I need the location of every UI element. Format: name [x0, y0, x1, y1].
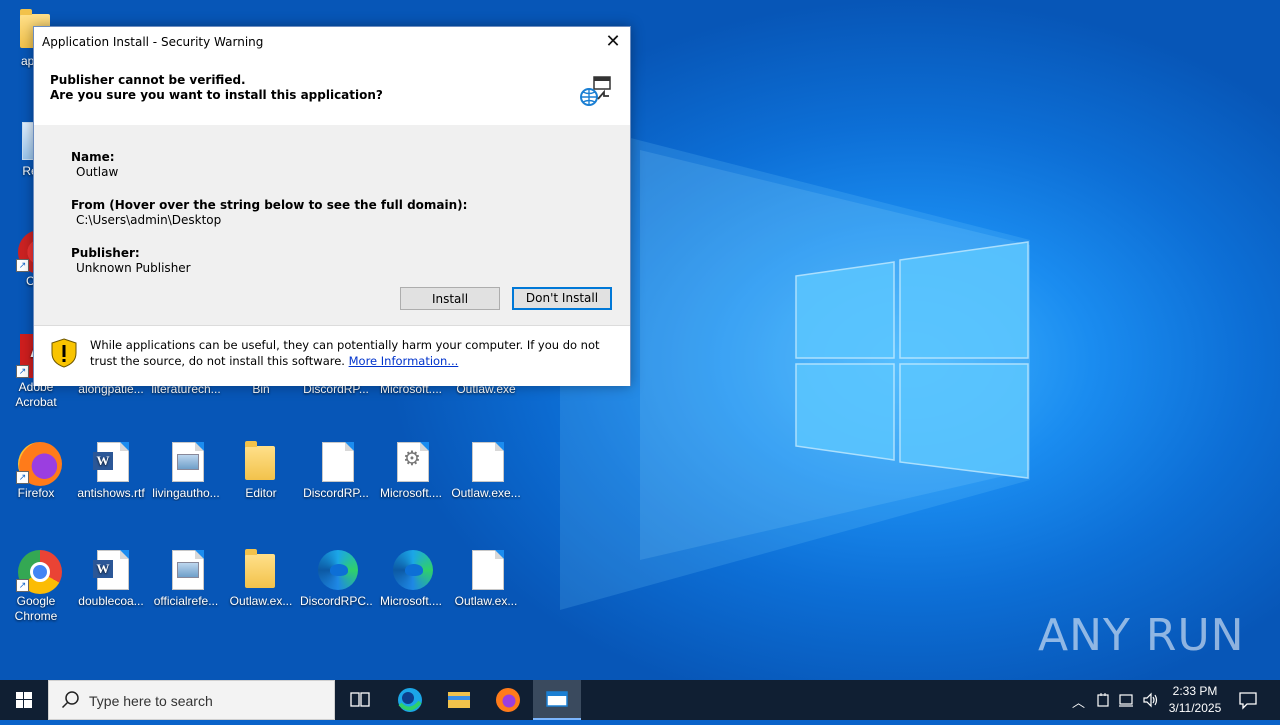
- desktop-icon-label: Google Chrome: [14, 594, 58, 623]
- warning-heading: Publisher cannot be verified.: [50, 73, 246, 87]
- desktop-icon-outlaw-ex-file[interactable]: Outlaw.ex...: [450, 548, 522, 609]
- desktop-icon-antishows[interactable]: W antishows.rtf: [75, 440, 147, 501]
- desktop-icon-label: DiscordRPC...: [300, 594, 372, 608]
- close-icon: ✕: [605, 31, 621, 52]
- name-label: Name:: [71, 150, 115, 164]
- desktop-icon-editor[interactable]: Editor: [225, 440, 297, 501]
- desktop-icon-microsoft-3[interactable]: Microsoft....: [375, 548, 447, 609]
- desktop-icon-label: doublecoa...: [78, 594, 144, 608]
- edge-icon: [398, 688, 422, 712]
- action-center-icon[interactable]: [1238, 690, 1258, 710]
- taskbar-application-install[interactable]: [533, 680, 581, 720]
- desktop-icon-label: Outlaw.ex...: [229, 594, 293, 608]
- start-button[interactable]: [0, 680, 48, 720]
- taskbar-file-explorer[interactable]: [435, 680, 483, 720]
- task-view-icon: [350, 692, 370, 707]
- blank-file-icon: [472, 442, 504, 482]
- word-icon: W: [93, 452, 113, 470]
- image-file-icon: [177, 454, 199, 470]
- desktop-icon-officialrefe[interactable]: officialrefe...: [150, 548, 222, 609]
- desktop-icon-google-chrome[interactable]: ↗ Google Chrome: [0, 548, 72, 624]
- desktop-icon-doublecoa[interactable]: W doublecoa...: [75, 548, 147, 609]
- clock-date: 3/11/2025: [1168, 701, 1222, 715]
- dialog-header: Publisher cannot be verified. Are you su…: [34, 57, 630, 125]
- network-icon[interactable]: [1118, 692, 1136, 708]
- close-button[interactable]: ✕: [596, 27, 630, 57]
- task-view-button[interactable]: [336, 680, 384, 720]
- security-warning-dialog: Application Install - Security Warning ✕…: [33, 26, 631, 386]
- desktop-icon-label: Editor: [245, 486, 277, 500]
- shortcut-arrow-icon: ↗: [16, 259, 29, 272]
- folder-icon: [245, 441, 275, 480]
- publisher-value: Unknown Publisher: [76, 261, 191, 275]
- warning-bar: While applications can be useful, they c…: [34, 325, 630, 386]
- blank-file-icon: [472, 550, 504, 590]
- desktop-icon-discordrp-2[interactable]: DiscordRP...: [300, 440, 372, 501]
- warning-text: While applications can be useful, they c…: [90, 337, 615, 369]
- desktop-icon-outlaw-ex-folder[interactable]: Outlaw.ex...: [225, 548, 297, 609]
- confirmation-question: Are you sure you want to install this ap…: [50, 88, 383, 102]
- warning-message: While applications can be useful, they c…: [90, 338, 600, 368]
- gear-icon: ⚙: [403, 448, 421, 470]
- battery-plug-icon[interactable]: [1096, 692, 1110, 708]
- desktop-icon-label: Outlaw.exe...: [451, 486, 521, 500]
- edge-icon: [393, 550, 433, 590]
- desktop-icon-label: Microsoft....: [379, 486, 442, 500]
- word-icon: W: [93, 560, 113, 578]
- desktop-icon-discordrpc[interactable]: DiscordRPC...: [300, 548, 372, 609]
- application-window-icon: [546, 691, 568, 707]
- search-icon: [61, 691, 79, 709]
- shortcut-arrow-icon: ↗: [16, 579, 29, 592]
- install-button[interactable]: Install: [400, 287, 500, 310]
- edge-icon: [318, 550, 358, 590]
- name-value: Outlaw: [76, 165, 119, 179]
- blank-file-icon: [322, 442, 354, 482]
- taskbar-edge[interactable]: [386, 680, 434, 720]
- search-placeholder: Type here to search: [89, 693, 213, 709]
- from-label: From (Hover over the string below to see…: [71, 198, 468, 212]
- warning-shield-icon: [51, 338, 77, 368]
- desktop-icon-microsoft-2[interactable]: ⚙ Microsoft....: [375, 440, 447, 501]
- desktop-icon-label: livingautho...: [152, 486, 220, 500]
- shortcut-arrow-icon: ↗: [16, 365, 29, 378]
- file-explorer-icon: [448, 692, 470, 708]
- desktop-icon-label: Microsoft....: [379, 594, 442, 608]
- from-value[interactable]: C:\Users\admin\Desktop: [76, 213, 221, 227]
- dont-install-button[interactable]: Don't Install: [512, 287, 612, 310]
- desktop-icon-label: antishows.rtf: [77, 486, 145, 500]
- desktop-icon-firefox[interactable]: ↗ Firefox: [0, 440, 72, 501]
- show-hidden-icons-chevron-icon[interactable]: ︿: [1072, 692, 1085, 711]
- image-file-icon: [177, 562, 199, 578]
- taskbar: Type here to search ︿ 2:33 PM 3/11/2025: [0, 680, 1280, 720]
- dialog-titlebar[interactable]: Application Install - Security Warning ✕: [34, 27, 630, 57]
- application-install-icon: [580, 76, 611, 106]
- volume-icon[interactable]: [1142, 692, 1160, 708]
- taskbar-search[interactable]: Type here to search: [48, 680, 335, 720]
- desktop-icon-label: officialrefe...: [153, 594, 219, 608]
- firefox-icon: [496, 688, 520, 712]
- desktop-icon-label: Firefox: [17, 486, 55, 500]
- windows-wallpaper-logo: [795, 241, 1029, 479]
- desktop-icon-outlaw-exe-2[interactable]: Outlaw.exe...: [450, 440, 522, 501]
- publisher-label: Publisher:: [71, 246, 140, 260]
- desktop-icon-livingautho[interactable]: livingautho...: [150, 440, 222, 501]
- windows-start-icon: [16, 692, 32, 708]
- shortcut-arrow-icon: ↗: [16, 471, 29, 484]
- taskbar-clock[interactable]: 2:33 PM 3/11/2025: [1160, 683, 1230, 717]
- clock-time: 2:33 PM: [1172, 684, 1218, 698]
- dialog-title: Application Install - Security Warning: [42, 35, 264, 49]
- desktop-icon-label: Outlaw.ex...: [454, 594, 518, 608]
- taskbar-firefox[interactable]: [484, 680, 532, 720]
- anyrun-watermark: ANY RUN: [1038, 610, 1245, 661]
- desktop-icon-label: DiscordRP...: [303, 486, 369, 500]
- folder-icon: [245, 549, 275, 588]
- more-information-link[interactable]: More Information...: [349, 354, 459, 368]
